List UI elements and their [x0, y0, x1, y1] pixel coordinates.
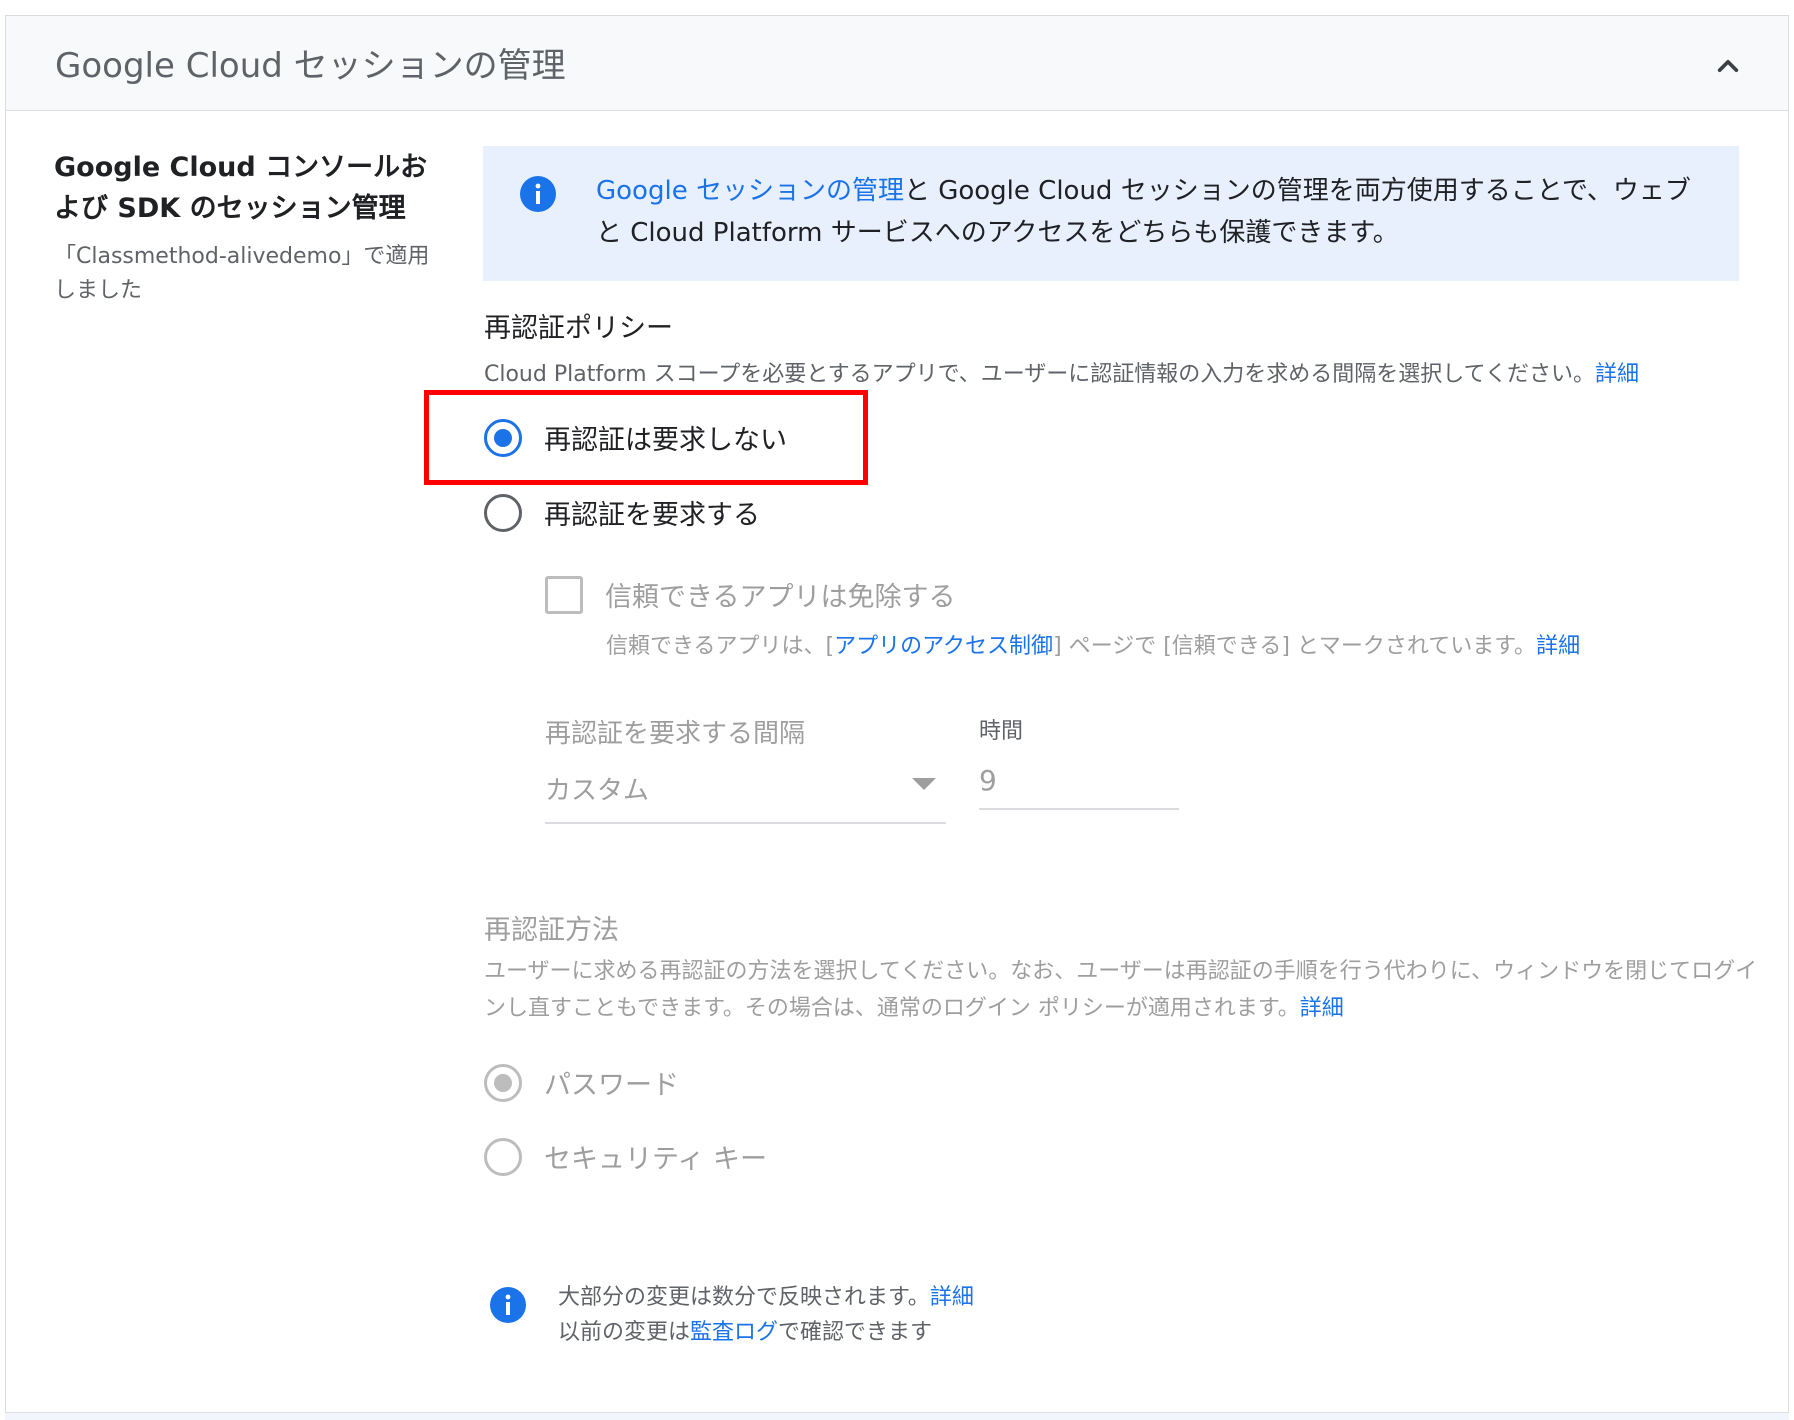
- footer-details-link[interactable]: 詳細: [930, 1285, 974, 1310]
- info-banner: Google セッションの管理と Google Cloud セッションの管理を両…: [483, 146, 1739, 281]
- checkbox-label: 信頼できるアプリは免除する: [605, 582, 956, 613]
- footer-line-1-text: 大部分の変更は数分で反映されます。: [558, 1285, 930, 1310]
- exempt-desc-after: ] ページで [信頼できる] とマークされています。: [1053, 634, 1537, 659]
- reauth-policy-heading: 再認証ポリシー: [484, 313, 673, 344]
- session-management-link[interactable]: Google セッションの管理: [596, 176, 904, 206]
- chevron-up-icon[interactable]: [1708, 46, 1748, 86]
- hours-label: 時間: [979, 719, 1024, 744]
- reauth-method-desc-text: ユーザーに求める再認証の方法を選択してください。なお、ユーザーは再認証の手順を行…: [484, 959, 1758, 1021]
- footer-line-1: 大部分の変更は数分で反映されます。詳細: [558, 1280, 974, 1315]
- dropdown-arrow-icon: [912, 778, 936, 790]
- audit-log-link[interactable]: 監査ログ: [690, 1320, 778, 1345]
- checkbox[interactable]: [545, 575, 583, 614]
- interval-select[interactable]: カスタム: [545, 760, 946, 824]
- panel-title: Google Cloud セッションの管理: [55, 46, 566, 86]
- panel-header[interactable]: Google Cloud セッションの管理: [6, 16, 1788, 111]
- info-icon: [520, 176, 556, 212]
- reauth-policy-desc-text: Cloud Platform スコープを必要とするアプリで、ユーザーに認証情報の…: [484, 362, 1595, 387]
- info-text: Google セッションの管理と Google Cloud セッションの管理を両…: [596, 170, 1716, 254]
- reauth-method-description: ユーザーに求める再認証の方法を選択してください。なお、ユーザーは再認証の手順を行…: [484, 953, 1764, 1027]
- radio-button[interactable]: [484, 1137, 522, 1176]
- radio-label: セキュリティ キー: [544, 1144, 767, 1175]
- footer-line-2: 以前の変更は監査ログで確認できます: [558, 1315, 974, 1350]
- reauth-policy-details-link[interactable]: 詳細: [1595, 362, 1639, 387]
- radio-button[interactable]: [484, 1063, 522, 1102]
- exempt-trusted-apps-checkbox[interactable]: 信頼できるアプリは免除する: [545, 575, 955, 614]
- info-icon: [490, 1287, 526, 1323]
- reauth-policy-description: Cloud Platform スコープを必要とするアプリで、ユーザーに認証情報の…: [484, 356, 1774, 388]
- app-access-control-link[interactable]: アプリのアクセス制御: [834, 634, 1053, 659]
- radio-button[interactable]: [484, 493, 522, 532]
- bottom-strip: [5, 1412, 1789, 1420]
- radio-security-key[interactable]: セキュリティ キー: [484, 1137, 767, 1176]
- reauth-method-heading: 再認証方法: [484, 915, 619, 946]
- radio-button[interactable]: [484, 418, 522, 457]
- footer-text: 大部分の変更は数分で反映されます。詳細 以前の変更は監査ログで確認できます: [558, 1280, 974, 1350]
- radio-no-reauth[interactable]: 再認証は要求しない: [484, 418, 787, 457]
- exempt-desc-before: 信頼できるアプリは、[: [606, 634, 835, 659]
- radio-label: パスワード: [544, 1070, 679, 1101]
- section-sublabel: 「Classmethod-alivedemo」で適用しました: [54, 244, 430, 303]
- hours-input[interactable]: [979, 760, 1179, 810]
- radio-require-reauth[interactable]: 再認証を要求する: [484, 493, 760, 532]
- exempt-description: 信頼できるアプリは、[アプリのアクセス制御] ページで [信頼できる] とマーク…: [606, 628, 1580, 660]
- footer-note: 大部分の変更は数分で反映されます。詳細 以前の変更は監査ログで確認できます: [488, 1280, 974, 1350]
- exempt-details-link[interactable]: 詳細: [1536, 634, 1580, 659]
- radio-password[interactable]: パスワード: [484, 1063, 679, 1102]
- section-label: Google Cloud コンソールおよび SDK のセッション管理: [54, 152, 428, 224]
- reauth-method-details-link[interactable]: 詳細: [1300, 996, 1344, 1021]
- radio-label: 再認証は要求しない: [544, 425, 787, 456]
- interval-label: 再認証を要求する間隔: [545, 719, 806, 749]
- footer-line-2-after: で確認できます: [778, 1320, 933, 1345]
- footer-line-2-before: 以前の変更は: [558, 1320, 691, 1345]
- radio-label: 再認証を要求する: [544, 500, 760, 531]
- interval-select-value: カスタム: [545, 776, 650, 806]
